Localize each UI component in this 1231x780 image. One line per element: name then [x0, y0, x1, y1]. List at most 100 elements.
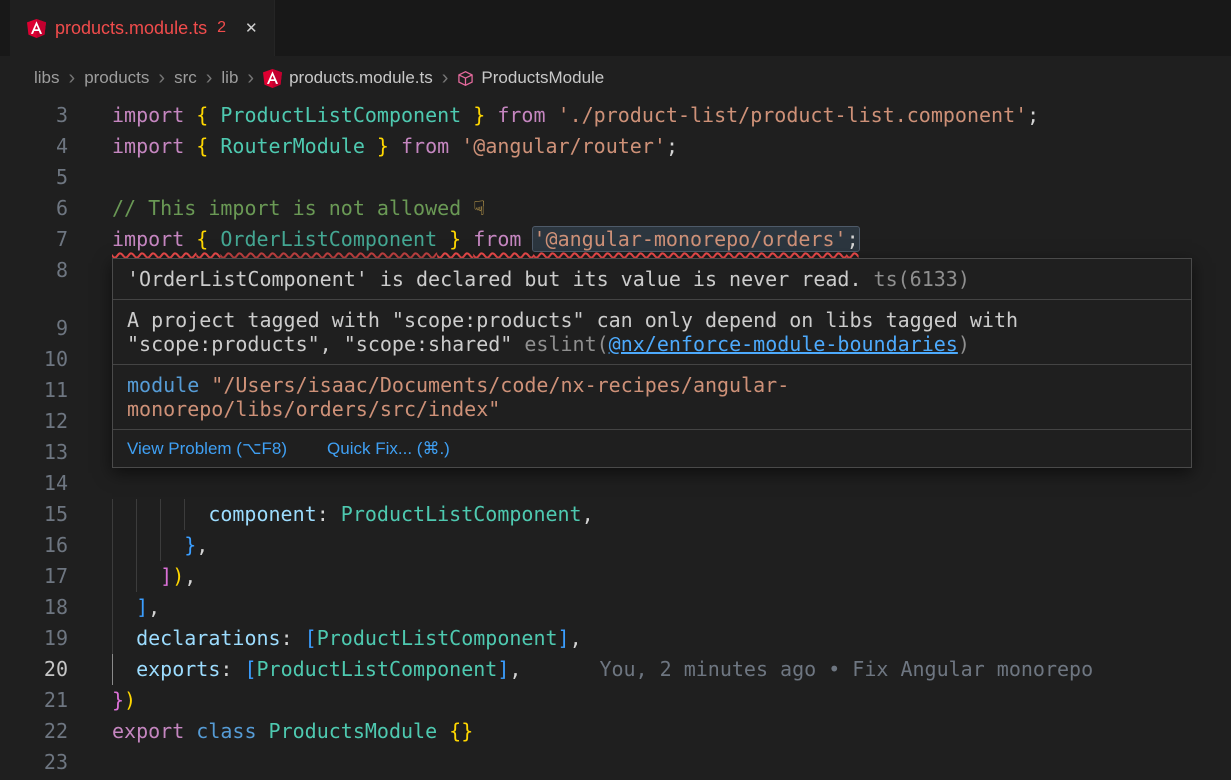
quick-fix-action[interactable]: Quick Fix... (⌘.): [327, 439, 450, 459]
code-line-content: declarations: [ProductListComponent],: [68, 623, 1231, 654]
breadcrumb-item-lib[interactable]: lib: [221, 68, 238, 88]
code-line-6[interactable]: 6// This import is not allowed ☟: [0, 193, 1231, 224]
indent-guide: [112, 592, 136, 623]
code-line-content: // This import is not allowed ☟: [68, 193, 1231, 224]
module-symbol-icon: [457, 70, 474, 87]
indent-guide: [112, 530, 136, 561]
line-number: 23: [0, 747, 68, 778]
hover-tooltip: 'OrderListComponent' is declared but its…: [112, 258, 1192, 468]
line-number: 7: [0, 224, 68, 255]
breadcrumb-chevron-icon: ›: [158, 68, 165, 88]
indent-guide: [112, 623, 136, 654]
breadcrumb-chevron-icon: ›: [206, 68, 213, 88]
breadcrumb: libs › products › src › lib › products.module.t…: [0, 56, 1231, 100]
line-number: 21: [0, 685, 68, 716]
angular-logo-icon: [27, 19, 46, 38]
line-number: 18: [0, 592, 68, 623]
view-problem-action[interactable]: View Problem (⌥F8): [127, 439, 287, 459]
line-number: 14: [0, 468, 68, 499]
breadcrumb-label: ProductsModule: [481, 68, 604, 88]
indent-guide: [136, 530, 160, 561]
breadcrumb-label: lib: [221, 68, 238, 88]
code-line-23[interactable]: 23: [0, 747, 1231, 778]
code-line-content: ],: [68, 592, 1231, 623]
line-number: 8: [0, 255, 68, 286]
eslint-rule-link[interactable]: @nx/enforce-module-boundaries: [609, 332, 958, 356]
code-line-content: }): [68, 685, 1231, 716]
git-blame-annotation: You, 2 minutes ago • Fix Angular monorep…: [599, 657, 1093, 681]
code-line-4[interactable]: 4import { RouterModule } from '@angular/…: [0, 131, 1231, 162]
breadcrumb-item-libs[interactable]: libs: [34, 68, 60, 88]
indent-guide: [136, 561, 160, 592]
code-line-18[interactable]: 18 ],: [0, 592, 1231, 623]
code-line-content: import { OrderListComponent } from '@ang…: [68, 224, 1231, 255]
code-editor[interactable]: 3import { ProductListComponent } from '.…: [0, 100, 1231, 780]
line-number: 20: [0, 654, 68, 685]
hover-actions-bar: View Problem (⌥F8) Quick Fix... (⌘.): [113, 430, 1191, 467]
tab-error-count-badge: 2: [217, 19, 226, 37]
line-number: 9: [0, 313, 68, 344]
error-squiggle: import { OrderListComponent } from '@ang…: [112, 227, 859, 251]
breadcrumb-item-products[interactable]: products: [84, 68, 149, 88]
breadcrumb-chevron-icon: ›: [247, 68, 254, 88]
indent-guide: [112, 561, 136, 592]
indent-guide: [112, 499, 136, 530]
code-line-20[interactable]: 20 exports: [ProductListComponent],You, …: [0, 654, 1231, 685]
code-line-21[interactable]: 21}): [0, 685, 1231, 716]
breadcrumb-item-src[interactable]: src: [174, 68, 197, 88]
code-line-17[interactable]: 17 ]),: [0, 561, 1231, 592]
hover-section-1: A project tagged with "scope:products" c…: [113, 300, 1191, 365]
breadcrumb-label: src: [174, 68, 197, 88]
tab-title: products.module.ts: [55, 18, 207, 39]
line-number: 22: [0, 716, 68, 747]
line-number: 11: [0, 375, 68, 406]
code-line-content: exports: [ProductListComponent],You, 2 m…: [68, 654, 1231, 685]
code-line-15[interactable]: 15 component: ProductListComponent,: [0, 499, 1231, 530]
code-line-content: [68, 468, 1231, 499]
breadcrumb-label: products: [84, 68, 149, 88]
breadcrumb-label: products.module.ts: [289, 68, 433, 88]
line-number: 6: [0, 193, 68, 224]
indent-guide: [136, 499, 160, 530]
code-line-content: },: [68, 530, 1231, 561]
code-line-16[interactable]: 16 },: [0, 530, 1231, 561]
indent-guide: [112, 654, 136, 685]
line-number: 10: [0, 344, 68, 375]
code-line-content: [68, 162, 1231, 193]
line-number: 5: [0, 162, 68, 193]
tab-bar: products.module.ts 2 ✕: [0, 0, 1231, 56]
line-number: 19: [0, 623, 68, 654]
code-line-content: import { RouterModule } from '@angular/r…: [68, 131, 1231, 162]
indent-guide: [184, 499, 208, 530]
tab-close-icon[interactable]: ✕: [245, 19, 258, 37]
code-line-22[interactable]: 22export class ProductsModule {}: [0, 716, 1231, 747]
code-line-content: export class ProductsModule {}: [68, 716, 1231, 747]
tab-products-module-ts[interactable]: products.module.ts 2 ✕: [10, 0, 275, 56]
code-line-content: [68, 747, 1231, 778]
angular-logo-icon: [263, 69, 282, 88]
indent-guide: [160, 499, 184, 530]
line-number: 15: [0, 499, 68, 530]
code-line-content: ]),: [68, 561, 1231, 592]
hover-section-0: 'OrderListComponent' is declared but its…: [113, 259, 1191, 300]
string-highlight: '@angular-monorepo/orders';: [533, 227, 858, 251]
code-line-19[interactable]: 19 declarations: [ProductListComponent],: [0, 623, 1231, 654]
code-line-7[interactable]: 7 import { OrderListComponent } from '@an…: [0, 224, 1231, 255]
line-number: 16: [0, 530, 68, 561]
code-line-3[interactable]: 3import { ProductListComponent } from '.…: [0, 100, 1231, 131]
indent-guide: [160, 530, 184, 561]
breadcrumb-item-productsmodule[interactable]: ProductsModule: [457, 68, 604, 88]
line-number: 12: [0, 406, 68, 437]
line-number: 4: [0, 131, 68, 162]
breadcrumb-label: libs: [34, 68, 60, 88]
hover-section-2: module "/Users/isaac/Documents/code/nx-r…: [113, 365, 1191, 430]
breadcrumb-chevron-icon: ›: [442, 68, 449, 88]
code-line-content: component: ProductListComponent,: [68, 499, 1231, 530]
line-number: 17: [0, 561, 68, 592]
breadcrumb-item-products.module.ts[interactable]: products.module.ts: [263, 68, 433, 88]
code-line-content: import { ProductListComponent } from './…: [68, 100, 1231, 131]
line-number: 13: [0, 437, 68, 468]
code-line-5[interactable]: 5: [0, 162, 1231, 193]
line-number: 3: [0, 100, 68, 131]
code-line-14[interactable]: 14: [0, 468, 1231, 499]
